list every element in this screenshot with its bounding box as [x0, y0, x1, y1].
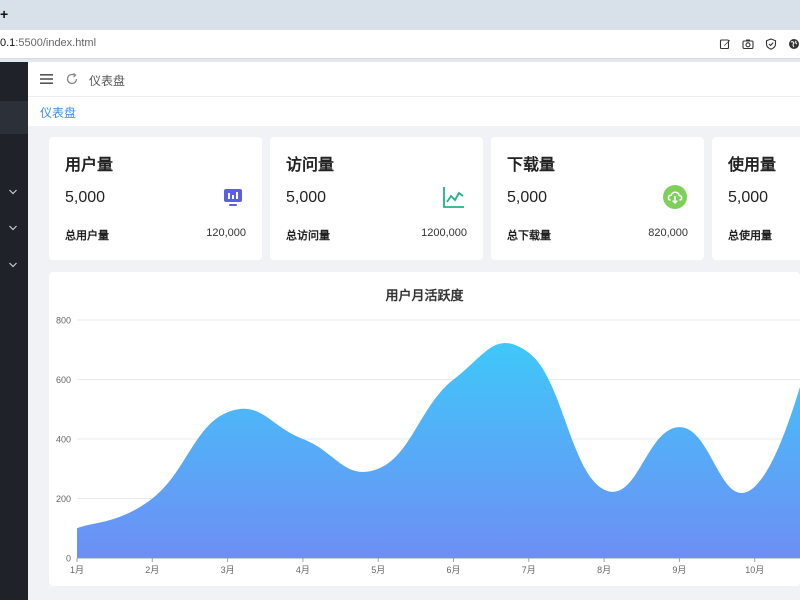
- x-tick-label: 6月: [446, 565, 460, 575]
- x-tick-label: 2月: [145, 565, 159, 575]
- y-tick-label: 200: [56, 494, 71, 504]
- monitor-chart-icon: [221, 185, 245, 209]
- card-value: 5,000: [507, 189, 548, 206]
- card-footer-label: 总下载量: [507, 230, 551, 242]
- area-series: [77, 342, 800, 558]
- hamburger-menu-icon[interactable]: [40, 73, 53, 85]
- camera-icon[interactable]: [742, 38, 754, 50]
- x-tick-label: 3月: [221, 565, 235, 575]
- area-chart-svg: 0 200 400 600 800 1月 2月 3月 4月 5月 6月 7月 8月 9月 10月: [56, 316, 800, 575]
- card-footer-value: 120,000: [206, 227, 246, 239]
- x-tick-label: 8月: [597, 565, 611, 575]
- refresh-icon[interactable]: [65, 72, 79, 86]
- y-tick-label: 600: [56, 375, 71, 385]
- card-title: 使用量: [728, 157, 777, 174]
- browser-address-bar[interactable]: 0.1:5500/index.html: [0, 30, 800, 59]
- browser-toolbar: [719, 36, 800, 52]
- cloud-download-icon: [663, 185, 687, 209]
- card-title: 下载量: [507, 157, 556, 174]
- card-value: 5,000: [286, 189, 327, 206]
- card-footer-label: 总用户量: [65, 230, 109, 242]
- stat-card-downloads: 下载量 5,000 总下载量 820,000: [491, 137, 704, 260]
- x-tick-label: 9月: [672, 565, 686, 575]
- url-path: :5500/index.html: [15, 37, 97, 49]
- card-footer-label: 总使用量: [728, 230, 772, 242]
- sidebar-item-active[interactable]: [0, 101, 28, 134]
- x-tick-label: 7月: [522, 565, 536, 575]
- url-host: 0.1: [0, 37, 16, 49]
- sidebar: [0, 62, 28, 600]
- stat-card-usage: 使用量 5,000 总使用量: [712, 137, 800, 260]
- chart-title: 用户月活跃度: [385, 288, 464, 303]
- stat-card-users: 用户量 5,000 总用户量 120,000: [49, 137, 262, 260]
- x-tick-label: 5月: [371, 565, 385, 575]
- card-value: 5,000: [65, 189, 106, 206]
- breadcrumb[interactable]: 仪表盘: [89, 72, 125, 89]
- tag-dashboard[interactable]: 仪表盘: [40, 104, 76, 121]
- chevron-down-icon[interactable]: [8, 261, 18, 269]
- edit-icon[interactable]: [719, 38, 731, 50]
- url-text[interactable]: 0.1:5500/index.html: [0, 37, 96, 49]
- y-tick-label: 0: [66, 554, 71, 564]
- card-footer-value: 820,000: [648, 227, 688, 239]
- tags-view-bar: 仪表盘: [28, 97, 800, 126]
- chevron-down-icon[interactable]: [8, 188, 18, 196]
- shield-icon[interactable]: [765, 38, 777, 50]
- card-title: 访问量: [286, 157, 335, 174]
- stat-card-visits: 访问量 5,000 总访问量 1200,000: [270, 137, 483, 260]
- line-trend-icon: [442, 185, 466, 209]
- top-navbar: 仪表盘: [28, 62, 800, 97]
- browser-tab-strip: +: [0, 0, 800, 30]
- card-value: 5,000: [728, 189, 769, 206]
- card-title: 用户量: [65, 157, 114, 174]
- globe-icon[interactable]: [788, 38, 800, 50]
- y-tick-label: 400: [56, 435, 71, 445]
- chevron-down-icon[interactable]: [8, 224, 18, 232]
- x-tick-label: 10月: [745, 565, 764, 575]
- card-footer-label: 总访问量: [286, 230, 330, 242]
- card-footer-value: 1200,000: [421, 227, 467, 239]
- x-tick-label: 4月: [296, 565, 310, 575]
- new-tab-button[interactable]: +: [0, 7, 10, 21]
- main-content: 仪表盘 仪表盘 用户量 5,000 总用户量 120,000 访问量 5,000…: [28, 62, 800, 600]
- x-tick-label: 1月: [70, 565, 84, 575]
- monthly-active-chart: 0 200 400 600 800 1月 2月 3月 4月 5月 6月 7月 8月 9月 10月 用户月活跃…: [49, 272, 800, 586]
- y-tick-label: 800: [56, 316, 71, 326]
